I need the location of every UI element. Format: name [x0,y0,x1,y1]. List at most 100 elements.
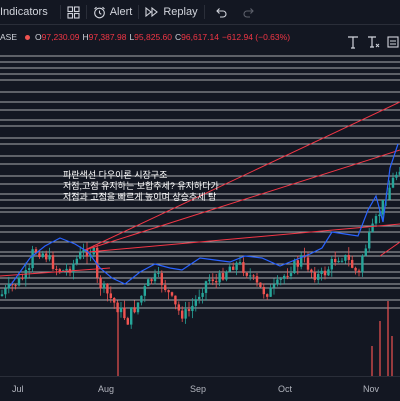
candle-body [286,275,289,277]
ohlc-legend: ASE O 97,230.09 H 97,387.98 L 95,825.60 … [0,28,400,46]
trend-line [379,241,400,257]
candle-body [330,258,333,270]
candle-body [347,254,350,260]
chart-annotation[interactable]: 파란색선 다우이론 시장구조 저점,고점 유지하는 보합추세? 유지하다가 저점… [63,170,219,203]
layout-grid-icon [67,5,80,19]
candle-body [381,200,384,215]
candle-body [252,275,255,277]
candle-body [14,285,17,287]
redo-button[interactable] [243,6,255,18]
candle-body [293,260,296,274]
candle-body [170,292,174,296]
indicators-button[interactable]: Indicators [0,6,48,18]
candle-body [4,288,7,295]
market-structure-line [9,143,399,287]
candle-body [17,277,21,286]
candle-body [371,223,374,233]
candle-body [249,275,252,277]
candle-body [106,283,109,294]
candle-body [211,279,214,282]
time-axis[interactable]: Jul Aug Sep Oct Nov [0,376,400,401]
toolbar-divider [138,5,140,19]
candle-body [187,309,191,312]
candle-body [272,284,276,288]
candle-body [351,259,354,268]
chart-canvas[interactable] [0,46,400,376]
candle-body [374,216,378,224]
candle-body [320,270,323,274]
candle-body [201,292,204,297]
candle-body [340,260,344,262]
candle-body [184,309,187,319]
candle-body [31,249,34,269]
candle-body [177,304,180,311]
candle-body [235,262,238,270]
alert-label: Alert [109,6,133,18]
replay-label: Replay [163,6,198,18]
candle-body [334,258,337,263]
candle-body [45,253,48,260]
candle-body [51,255,55,269]
candle-body [313,271,316,280]
candle-body [296,260,299,267]
replay-button[interactable]: Replay [145,6,198,18]
annotation-line-2: 저점,고점 유지하는 보합추세? 유지하다가 [63,181,219,191]
candle-body [391,177,395,188]
candle-body [126,318,129,325]
candle-body [317,273,320,280]
candle-body [65,268,68,271]
open-value: 97,230.09 [41,32,80,42]
candle-body [102,283,106,289]
toolbar-divider [85,5,87,19]
candle-body [208,279,211,282]
candle-body [276,279,279,285]
candle-body [194,299,197,306]
candle-body [157,273,160,275]
candle-body [228,266,231,272]
candle-body [133,307,136,313]
candle-body [7,283,10,289]
candle-body [48,255,51,260]
candle-body [218,273,221,283]
candle-body [75,258,78,264]
candle-body [55,268,58,270]
candle-body [337,260,340,263]
candle-body [198,296,201,300]
candle-body [123,307,126,319]
candle-body [289,273,293,277]
candle-body [283,275,286,279]
top-toolbar: Indicators Alert Replay [0,0,400,25]
candle-body [136,302,140,313]
layout-grid-button[interactable] [67,5,80,19]
alert-button[interactable]: Alert [93,6,133,19]
x-tick-label: Oct [278,384,293,394]
x-tick-label: Jul [12,384,24,394]
candle-body [72,263,75,273]
candle-body [306,257,310,270]
status-dot [25,34,31,40]
candle-body [147,279,150,287]
candle-body [245,272,248,276]
candle-body [164,285,167,291]
undo-button[interactable] [215,6,227,18]
candle-body [167,290,170,293]
symbol-name: ASE [0,32,18,42]
candle-body [109,293,112,299]
candle-body [79,252,82,259]
candle-body [174,295,177,305]
candle-body [361,255,364,273]
candle-body [238,262,242,264]
candle-body [38,253,41,258]
candle-body [269,287,272,297]
candle-body [388,187,391,200]
annotation-line-1: 파란색선 다우이론 시장구조 [63,170,168,180]
candle-body [225,271,228,280]
candle-body [255,276,259,283]
candle-body [113,298,116,303]
candle-body [150,279,153,282]
candle-body [99,277,102,289]
x-tick-label: Aug [98,384,115,394]
candle-body [221,273,225,280]
price-chart[interactable] [0,46,400,376]
candle-body [262,286,265,295]
